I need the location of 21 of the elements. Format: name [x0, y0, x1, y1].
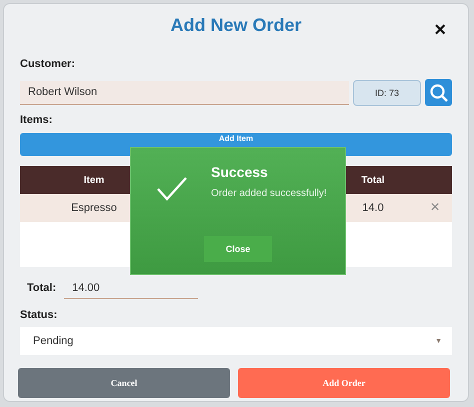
popup-close-button[interactable]: Close [204, 236, 272, 262]
column-header: Item [82, 174, 106, 186]
close-button[interactable]: × [430, 20, 450, 40]
total-field[interactable]: 14.00 [64, 277, 198, 299]
customer-label: Customer: [20, 58, 76, 70]
popup-title: Success [211, 164, 268, 180]
total-label: Total: [27, 282, 56, 294]
table-cell-text: Espresso [70, 202, 118, 214]
search-button[interactable] [425, 79, 452, 106]
column-header: Total [360, 174, 386, 186]
remove-button[interactable]: × [430, 199, 440, 217]
dialog-title: Add New Order [170, 14, 302, 36]
items-label: Items: [20, 114, 54, 126]
table-cell-text: 14.0 [361, 202, 385, 214]
popup-message: Order added successfully! [211, 188, 327, 199]
checkmark-icon [156, 176, 188, 202]
customer-id: ID: 73 [353, 80, 421, 106]
customer-field[interactable]: Robert Wilson [20, 80, 349, 104]
cancel-button[interactable]: Cancel [18, 368, 230, 398]
status-label: Status: [20, 309, 58, 321]
add-order-button[interactable]: Add Order [238, 368, 450, 398]
